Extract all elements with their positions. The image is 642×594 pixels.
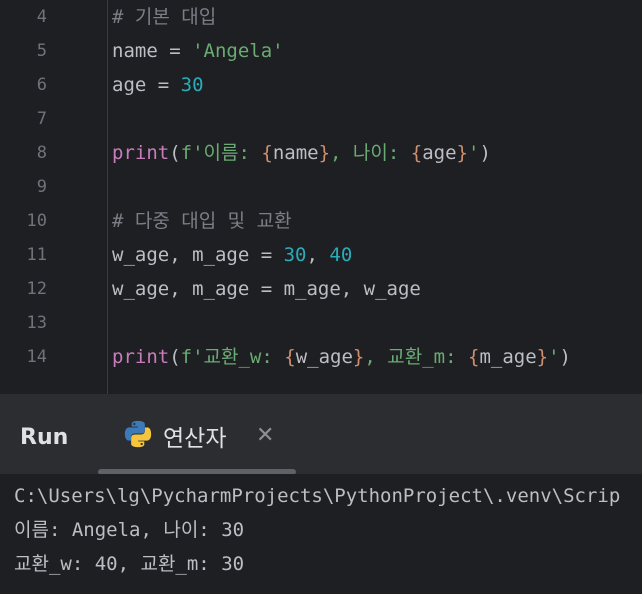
code-line[interactable]: 4 # 기본 대입	[0, 0, 642, 34]
code-token: {	[284, 346, 296, 368]
code-token: ,	[306, 244, 330, 266]
code-token: name =	[112, 40, 193, 62]
line-number: 13	[26, 313, 47, 333]
code-line[interactable]: 6 age = 30	[0, 68, 642, 102]
code-text: # 기본 대입	[112, 0, 216, 34]
code-token: '	[468, 142, 480, 164]
line-number: 10	[26, 211, 47, 231]
code-text: print(f'교환_w: {w_age}, 교환_m: {m_age}')	[112, 340, 571, 374]
code-token: )	[559, 346, 571, 368]
code-line[interactable]: 11 w_age, m_age = 30, 40	[0, 238, 642, 272]
code-token: }	[318, 142, 331, 164]
code-token: f'교환_w:	[180, 346, 285, 368]
console-line: 이름: Angela, 나이: 30	[14, 519, 245, 541]
code-token: w_age, m_age = m_age, w_age	[112, 278, 421, 300]
code-token: (	[169, 142, 181, 164]
line-number: 4	[36, 7, 47, 27]
code-token: {	[261, 142, 273, 164]
code-token: }	[536, 346, 549, 368]
code-token: )	[479, 142, 491, 164]
code-token: 'Angela'	[192, 40, 284, 62]
code-line[interactable]: 14 print(f'교환_w: {w_age}, 교환_m: {m_age}')	[0, 340, 642, 374]
code-token: w_age	[295, 346, 353, 368]
code-line[interactable]: 9	[0, 170, 642, 204]
code-line[interactable]: 5 name = 'Angela'	[0, 34, 642, 68]
console-line: 교환_w: 40, 교환_m: 30	[14, 553, 245, 575]
console-line: C:\Users\lg\PycharmProjects\PythonProjec…	[14, 485, 621, 507]
code-line[interactable]: 8 print(f'이름: {name}, 나이: {age}')	[0, 136, 642, 170]
run-panel-header	[0, 394, 642, 474]
line-number: 6	[36, 75, 47, 95]
code-token: }	[352, 346, 365, 368]
code-token: f'이름:	[180, 142, 262, 164]
close-icon[interactable]: ✕	[256, 423, 274, 448]
code-token: name	[272, 142, 319, 164]
code-token: print	[112, 346, 170, 368]
console-output[interactable]: C:\Users\lg\PycharmProjects\PythonProjec…	[0, 474, 642, 594]
line-number: 12	[26, 279, 47, 299]
code-token: print	[112, 142, 170, 164]
code-token: {	[467, 346, 480, 368]
code-token: '	[548, 346, 560, 368]
code-token: 30	[180, 74, 204, 96]
code-line[interactable]: 12 w_age, m_age = m_age, w_age	[0, 272, 642, 306]
code-token: # 기본 대입	[112, 6, 217, 28]
line-number: 5	[36, 41, 47, 61]
code-editor[interactable]: 4 # 기본 대입 5 name = 'Angela' 6 age = 30 7 8 print…	[0, 0, 642, 394]
code-line[interactable]: 10 # 다중 대입 및 교환	[0, 204, 642, 238]
code-text: w_age, m_age = 30, 40	[112, 238, 352, 272]
code-line[interactable]: 13	[0, 306, 642, 340]
run-panel-title: Run	[20, 425, 69, 450]
line-number: 7	[36, 109, 47, 129]
code-token: {	[410, 142, 423, 164]
code-token: m_age	[479, 346, 537, 368]
line-number: 9	[36, 177, 47, 197]
code-token: (	[169, 346, 181, 368]
run-tab-label[interactable]: 연산자	[163, 419, 226, 453]
code-text: name = 'Angela'	[112, 34, 284, 68]
code-text: w_age, m_age = m_age, w_age	[112, 272, 421, 306]
line-number: 11	[26, 245, 47, 265]
code-token: age	[422, 142, 457, 164]
code-text: print(f'이름: {name}, 나이: {age}')	[112, 136, 491, 170]
line-number: 8	[36, 143, 47, 163]
code-token: , 나이:	[330, 142, 411, 164]
code-text: # 다중 대입 및 교환	[112, 204, 292, 238]
code-token: 30	[283, 244, 307, 266]
code-token: 40	[329, 244, 353, 266]
code-token: , 교환_m:	[364, 346, 468, 368]
code-token: age =	[112, 74, 181, 96]
line-number: 14	[26, 347, 47, 367]
code-token: }	[456, 142, 468, 164]
code-token: w_age, m_age =	[112, 244, 284, 266]
code-text: age = 30	[112, 68, 204, 102]
python-icon	[124, 420, 152, 448]
code-token: # 다중 대입 및 교환	[112, 210, 292, 232]
code-line[interactable]: 7	[0, 102, 642, 136]
